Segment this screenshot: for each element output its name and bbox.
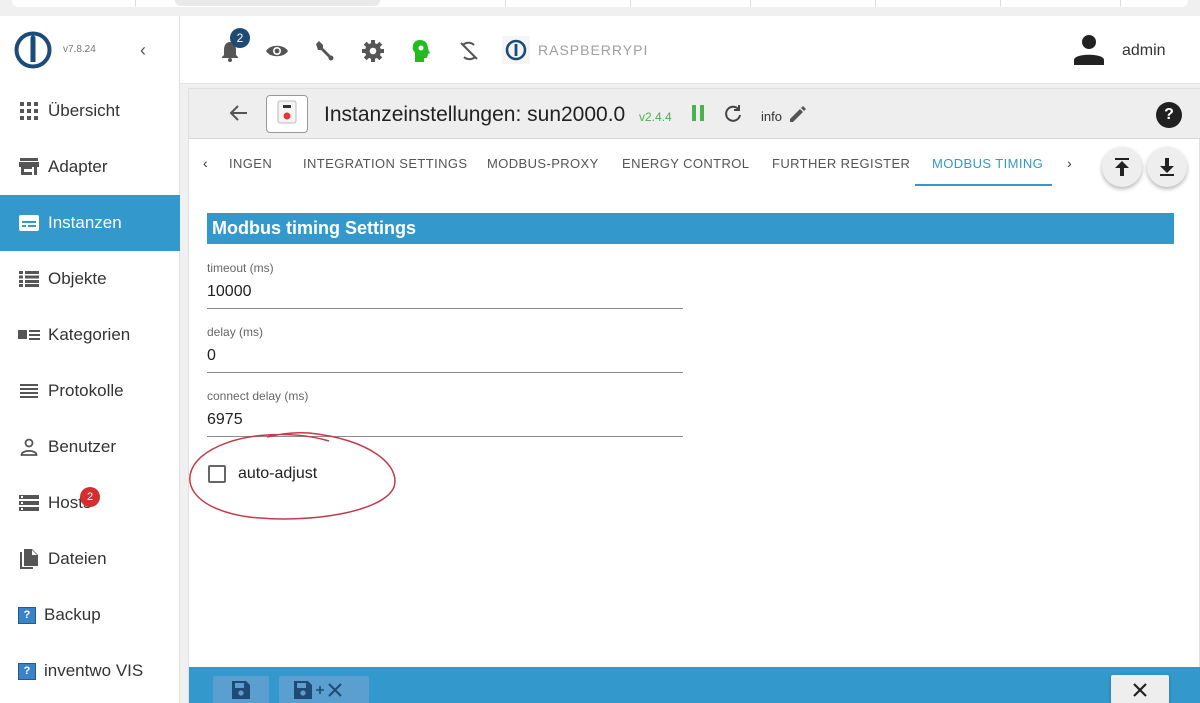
timeout-field[interactable]: timeout (ms) 10000 [207, 261, 683, 309]
wrench-icon[interactable] [312, 38, 338, 64]
save-close-icon [294, 681, 342, 699]
timeout-input[interactable]: 10000 [207, 283, 683, 309]
gear-icon[interactable] [360, 38, 386, 64]
pause-icon[interactable] [691, 105, 705, 126]
instance-settings-panel: Instanzeinstellungen: sun2000.0 v2.4.4 i… [188, 88, 1200, 703]
sidebar-item-label: Benutzer [48, 437, 117, 456]
delay-field[interactable]: delay (ms) 0 [207, 325, 683, 373]
notifications-badge: 2 [230, 28, 250, 48]
collapse-sidebar-icon[interactable]: ‹ [140, 40, 146, 61]
tab-divider [1120, 0, 1121, 7]
panel-header: Instanzeinstellungen: sun2000.0 v2.4.4 i… [189, 89, 1200, 139]
sidebar-item-label: Adapter [48, 157, 108, 176]
sync-disabled-icon[interactable] [456, 38, 482, 64]
sidebar-item-adapter[interactable]: Adapter [0, 139, 180, 195]
sidebar-item-uebersicht[interactable]: Übersicht [0, 83, 180, 139]
tab-divider [750, 0, 751, 7]
sidebar-item-label: Instanzen [48, 213, 122, 232]
top-app-bar: 2 RASPBERRYPI admin [180, 16, 1200, 84]
grid-icon [18, 100, 40, 122]
sidebar-item-label: Objekte [48, 269, 107, 288]
instance-version: v2.4.4 [639, 110, 672, 124]
page-title: Instanzeinstellungen: sun2000.0 [324, 103, 626, 126]
app-version: v7.8.24 [63, 44, 96, 55]
sidebar-item-protokolle[interactable]: Protokolle [0, 363, 180, 419]
brain-head-icon[interactable] [408, 38, 434, 64]
iobroker-logo[interactable] [14, 31, 52, 69]
tabs-scroll-right-icon[interactable]: › [1067, 155, 1072, 171]
field-label: connect delay (ms) [207, 389, 309, 403]
eye-icon[interactable] [264, 38, 290, 64]
save-button[interactable] [213, 676, 269, 703]
upload-config-button[interactable] [1102, 147, 1142, 187]
question-box-icon: ? [18, 662, 36, 680]
back-arrow-icon[interactable] [229, 103, 249, 128]
sidebar-item-benutzer[interactable]: Benutzer [0, 419, 180, 475]
tab-energy-control[interactable]: ENERGY CONTROL [622, 156, 749, 171]
sidebar-item-label: Kategorien [48, 325, 131, 344]
tab-settings-partial[interactable]: INGEN [229, 156, 272, 171]
tab-modbus-proxy[interactable]: MODBUS-PROXY [487, 156, 599, 171]
browser-active-tab[interactable] [175, 0, 380, 6]
delay-input[interactable]: 0 [207, 347, 683, 373]
sidebar-item-label: Backup [44, 605, 101, 624]
sidebar-item-label: Dateien [48, 549, 107, 568]
save-and-close-button[interactable] [279, 676, 369, 703]
user-avatar-icon[interactable] [1072, 32, 1106, 71]
sidebar-item-kategorien[interactable]: Kategorien [0, 307, 180, 363]
tab-divider [630, 0, 631, 7]
sidebar-item-instanzen[interactable]: Instanzen [0, 195, 180, 251]
save-icon [232, 681, 250, 699]
reload-icon[interactable] [723, 104, 743, 129]
pencil-icon[interactable] [789, 105, 807, 128]
tab-divider [1000, 0, 1001, 7]
user-name[interactable]: admin [1122, 42, 1166, 60]
tab-further-register[interactable]: FURTHER REGISTER [772, 156, 910, 171]
hosts-icon [18, 492, 40, 514]
sidebar: v7.8.24 ‹ Übersicht Adapter Instanzen Ob… [0, 16, 180, 703]
sidebar-item-inventwo-vis[interactable]: ? inventwo VIS [0, 643, 180, 699]
download-icon [1160, 158, 1174, 176]
tab-divider [135, 0, 136, 7]
sidebar-item-dateien[interactable]: Dateien [0, 531, 180, 587]
browser-tab-strip [0, 0, 1200, 16]
annotation-circle [189, 432, 396, 520]
info-label[interactable]: info [761, 109, 782, 124]
adapter-logo-icon [266, 95, 308, 133]
store-icon [18, 156, 40, 178]
sidebar-item-label: Protokolle [48, 381, 124, 400]
footer-bar [189, 667, 1200, 703]
upload-icon [1115, 158, 1129, 176]
sidebar-item-label: inventwo VIS [44, 661, 144, 680]
tab-modbus-timing[interactable]: MODBUS TIMING [932, 156, 1043, 171]
section-title: Modbus timing Settings [207, 213, 1174, 244]
tabs-scroll-left-icon[interactable]: ‹ [203, 155, 208, 171]
tab-divider [505, 0, 506, 7]
tab-integration-settings[interactable]: INTEGRATION SETTINGS [303, 156, 468, 171]
sidebar-item-label: Übersicht [48, 101, 120, 120]
hosts-badge: 2 [80, 487, 100, 507]
field-label: timeout (ms) [207, 261, 274, 275]
list-icon [18, 268, 40, 290]
logs-icon [18, 380, 40, 402]
field-label: delay (ms) [207, 325, 264, 339]
categories-icon [18, 324, 40, 346]
close-button[interactable] [1111, 675, 1169, 703]
hostname-label[interactable]: RASPBERRYPI [538, 42, 648, 58]
sidebar-item-hosts[interactable]: Hosts 2 [0, 475, 180, 531]
sidebar-item-objekte[interactable]: Objekte [0, 251, 180, 307]
host-logo-icon [502, 36, 530, 64]
tab-divider [875, 0, 876, 7]
instances-icon [18, 212, 40, 234]
user-icon [18, 436, 40, 458]
close-icon [1133, 682, 1147, 697]
download-config-button[interactable] [1147, 147, 1187, 187]
files-icon [18, 548, 40, 570]
question-box-icon: ? [18, 606, 36, 624]
sidebar-item-backup[interactable]: ? Backup [0, 587, 180, 643]
help-icon[interactable]: ? [1156, 102, 1182, 128]
active-tab-indicator [915, 184, 1052, 186]
